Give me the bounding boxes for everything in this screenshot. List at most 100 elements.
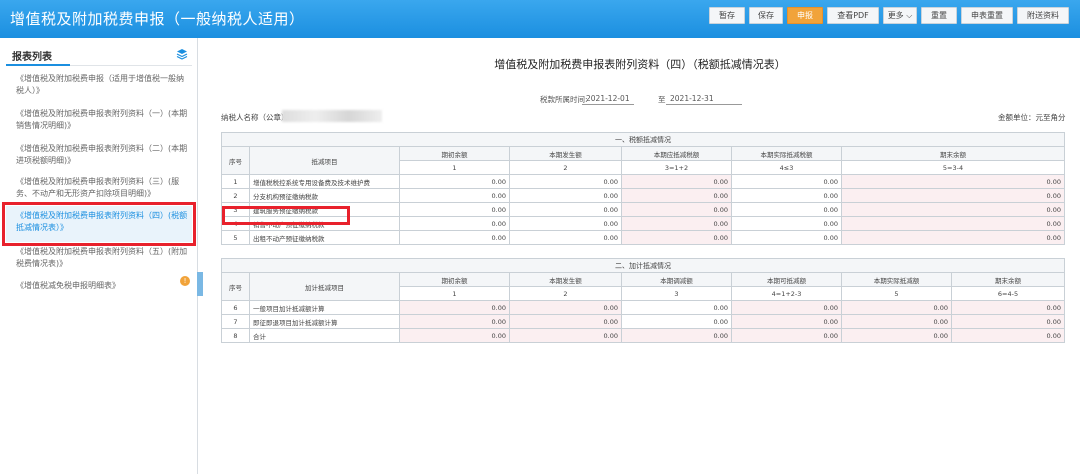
opening-cell: 0.00 [399, 328, 510, 343]
table-row: 1 增值税税控系统专用设备费及技术维护费 0.00 0.00 0.00 0.00… [221, 174, 1065, 189]
deductible-cell: 0.00 [731, 314, 842, 329]
reduction-input[interactable]: 0.00 [621, 314, 732, 329]
temp-save-button[interactable]: 暂存 [709, 7, 745, 24]
sidebar-item-exemption[interactable]: 《增值税减免税申报明细表》 [6, 280, 192, 292]
table-row: 5 出租不动产预征缴纳税款 0.00 0.00 0.00 0.00 0.00 [221, 230, 1065, 245]
opening-input[interactable]: 0.00 [399, 174, 510, 189]
should-deduct-cell: 0.00 [621, 174, 732, 189]
should-deduct-cell: 0.00 [621, 202, 732, 217]
header-deductible: 本期可抵减额 [731, 272, 842, 287]
form-reset-button[interactable]: 申表重置 [961, 7, 1013, 24]
period-to: 至 [658, 95, 666, 104]
incurred-input[interactable]: 0.00 [509, 174, 622, 189]
collapse-handle[interactable] [197, 272, 203, 296]
row-name: 分支机构预征缴纳税款 [249, 188, 400, 203]
row-name: 即征即退项目加计抵减额计算 [249, 314, 400, 329]
header-opening: 期初余额 [399, 272, 510, 287]
opening-cell: 0.00 [399, 314, 510, 329]
table-row: 8 合计 0.00 0.00 0.00 0.00 0.00 0.00 [221, 328, 1065, 343]
app-title: 增值税及附加税费申报（一般纳税人适用） [10, 10, 305, 28]
header-should-deduct: 本期应抵减税额 [621, 146, 732, 161]
formula-cell: 5=3-4 [841, 160, 1065, 175]
actual-deduct-input[interactable]: 0.00 [731, 216, 842, 231]
header-item: 抵减项目 [249, 146, 400, 175]
table-row: 6 一般项目加计抵减额计算 0.00 0.00 0.00 0.00 0.00 0… [221, 300, 1065, 315]
sidebar-title-underline [6, 64, 70, 66]
table-row: 2 分支机构预征缴纳税款 0.00 0.00 0.00 0.00 0.00 [221, 188, 1065, 203]
closing-cell: 0.00 [951, 314, 1065, 329]
closing-cell: 0.00 [841, 174, 1065, 189]
deductible-cell: 0.00 [731, 328, 842, 343]
formula-cell: 4≤3 [731, 160, 842, 175]
opening-input[interactable]: 0.00 [399, 188, 510, 203]
row-name: 出租不动产预征缴纳税款 [249, 230, 400, 245]
reduction-cell: 0.00 [621, 328, 732, 343]
incurred-input[interactable]: 0.00 [509, 216, 622, 231]
more-label: 更多 [887, 11, 904, 20]
declare-button[interactable]: 申报 [787, 7, 823, 24]
sidebar-item-schedule-1[interactable]: 《增值税及附加税费申报表附列资料（一）(本期销售情况明细)》 [6, 108, 192, 132]
view-pdf-button[interactable]: 查看PDF [827, 7, 879, 24]
sidebar-item-schedule-3[interactable]: 《增值税及附加税费申报表附列资料（三）(服务、不动产和无形资产扣除项目明细)》 [6, 176, 192, 200]
incurred-input[interactable]: 0.00 [509, 188, 622, 203]
period-start: 2021-12-01 [586, 94, 630, 103]
header-actual: 本期实际抵减额 [841, 272, 952, 287]
row-no: 2 [221, 188, 250, 203]
header-opening: 期初余额 [399, 146, 510, 161]
reduction-input[interactable]: 0.00 [621, 300, 732, 315]
closing-cell: 0.00 [951, 328, 1065, 343]
header-no: 序号 [221, 272, 250, 301]
layers-icon[interactable] [176, 48, 188, 60]
attach-docs-button[interactable]: 附送资料 [1017, 7, 1069, 24]
amount-unit: 金额单位：元至角分 [998, 113, 1066, 122]
incurred-cell: 0.00 [509, 328, 622, 343]
header-item: 加计抵减项目 [249, 272, 400, 301]
deductible-cell: 0.00 [731, 300, 842, 315]
table-row: 7 即征即退项目加计抵减额计算 0.00 0.00 0.00 0.00 0.00… [221, 314, 1065, 329]
incurred-input[interactable]: 0.00 [509, 202, 622, 217]
header-actual-deduct: 本期实际抵减税额 [731, 146, 842, 161]
reset-button[interactable]: 重置 [921, 7, 957, 24]
formula-cell: 1 [399, 286, 510, 301]
sidebar-title: 报表列表 [12, 52, 52, 63]
row-no: 1 [221, 174, 250, 189]
opening-input[interactable]: 0.00 [399, 230, 510, 245]
actual-deduct-input[interactable]: 0.00 [731, 230, 842, 245]
formula-cell: 2 [509, 286, 622, 301]
surcharge-deduction-table: 二、加计抵减情况 序号 加计抵减项目 期初余额 本期发生额 本期调减额 本期可抵… [221, 258, 1065, 343]
row-no: 6 [221, 300, 250, 315]
sidebar-item-schedule-2[interactable]: 《增值税及附加税费申报表附列资料（二）(本期进项税额明细)》 [6, 143, 192, 167]
highlight-box-sidebar [2, 202, 196, 246]
formula-cell: 6=4-5 [951, 286, 1065, 301]
formula-cell: 5 [841, 286, 952, 301]
period-end: 2021-12-31 [670, 94, 714, 103]
period-start-underline [582, 104, 634, 105]
period-end-underline [666, 104, 742, 105]
actual-deduct-input[interactable]: 0.00 [731, 202, 842, 217]
header-no: 序号 [221, 146, 250, 175]
sidebar-item-main-return[interactable]: 《增值税及附加税费申报（适用于增值税一般纳税人）》 [6, 73, 192, 97]
closing-cell: 0.00 [841, 188, 1065, 203]
incurred-input[interactable]: 0.00 [509, 230, 622, 245]
save-button[interactable]: 保存 [749, 7, 783, 24]
actual-deduct-input[interactable]: 0.00 [731, 174, 842, 189]
formula-cell: 4=1+2-3 [731, 286, 842, 301]
actual-deduct-input[interactable]: 0.00 [731, 188, 842, 203]
formula-cell: 3 [621, 286, 732, 301]
chevron-down-icon: ⌵ [906, 11, 913, 20]
should-deduct-cell: 0.00 [621, 188, 732, 203]
form-title: 增值税及附加税费申报表附列资料（四）（税额抵减情况表） [494, 58, 786, 71]
closing-cell: 0.00 [841, 202, 1065, 217]
opening-cell: 0.00 [399, 300, 510, 315]
formula-cell: 1 [399, 160, 510, 175]
opening-input[interactable]: 0.00 [399, 202, 510, 217]
sidebar-item-schedule-5[interactable]: 《增值税及附加税费申报表附列资料（五）(附加税费情况表)》 [6, 246, 192, 270]
more-button[interactable]: 更多 ⌵ [883, 7, 917, 24]
actual-cell: 0.00 [841, 300, 952, 315]
opening-input[interactable]: 0.00 [399, 216, 510, 231]
header-closing: 期末余额 [951, 272, 1065, 287]
section1-title: 一、税额抵减情况 [221, 132, 1065, 147]
deduction-table: 一、税额抵减情况 序号 抵减项目 期初余额 本期发生额 本期应抵减税额 本期实际… [221, 132, 1065, 245]
incurred-cell: 0.00 [509, 314, 622, 329]
row-name: 增值税税控系统专用设备费及技术维护费 [249, 174, 400, 189]
